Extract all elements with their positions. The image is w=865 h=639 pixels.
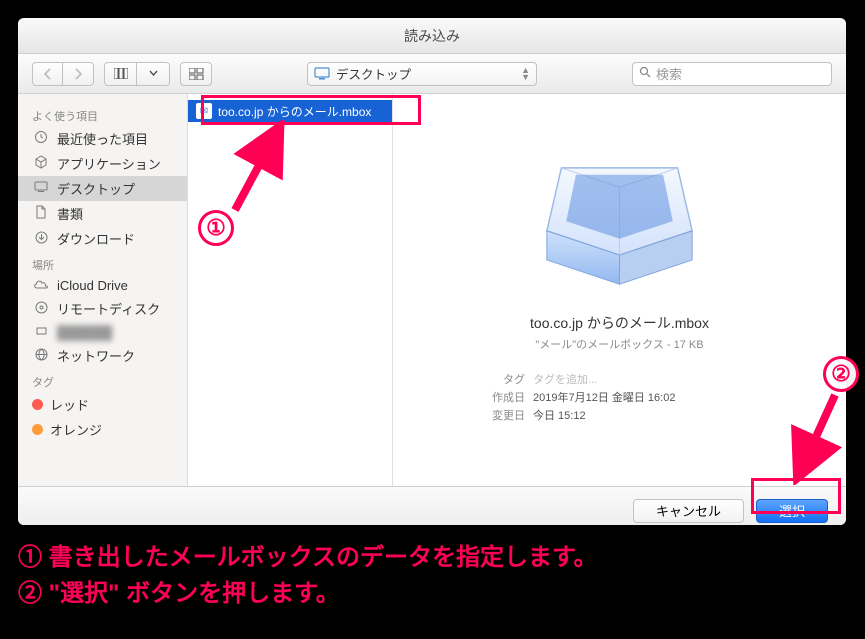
search-field[interactable]: 検索	[632, 62, 832, 86]
import-dialog: 読み込み デスクトップ ▲▼	[18, 18, 846, 525]
meta-created-value: 2019年7月12日 金曜日 16:02	[533, 389, 675, 405]
clock-icon	[32, 130, 50, 147]
file-list-column: ✉ too.co.jp からのメール.mbox	[188, 94, 393, 486]
chevron-down-icon	[149, 70, 158, 77]
remote-disc-icon	[32, 301, 50, 317]
preview-filename: too.co.jp からのメール.mbox	[530, 313, 709, 333]
sidebar-item-label: オレンジ	[50, 420, 102, 439]
meta-tag-value[interactable]: タグを追加...	[533, 371, 597, 387]
chevron-left-icon	[43, 68, 52, 80]
search-placeholder: 検索	[656, 64, 682, 83]
choose-button[interactable]: 選択	[756, 499, 828, 523]
sidebar-tags-header: タグ	[18, 368, 187, 392]
group-icon	[189, 68, 204, 80]
chevron-right-icon	[74, 68, 83, 80]
sidebar-item-documents[interactable]: 書類	[18, 201, 187, 226]
view-dropdown-button[interactable]	[137, 63, 169, 85]
sidebar-item-icloud[interactable]: iCloud Drive	[18, 275, 187, 296]
network-icon	[32, 348, 50, 364]
view-mode-seg	[104, 62, 170, 86]
sidebar-item-applications[interactable]: アプリケーション	[18, 151, 187, 176]
sidebar-item-label: iCloud Drive	[57, 278, 128, 293]
instructions-block: ① 書き出したメールボックスのデータを指定します。 ② "選択" ボタンを押しま…	[18, 540, 598, 612]
documents-icon	[32, 205, 50, 222]
preview-metadata: タグ タグを追加... 作成日 2019年7月12日 金曜日 16:02 変更日…	[415, 370, 824, 424]
sidebar-tag-orange[interactable]: オレンジ	[18, 417, 187, 442]
sidebar-item-label: ██████	[57, 325, 112, 340]
forward-button[interactable]	[63, 63, 93, 85]
mbox-file-icon: ✉	[196, 103, 212, 119]
sidebar-item-label: 最近使った項目	[57, 129, 148, 148]
generic-icon	[32, 324, 50, 340]
group-button[interactable]	[181, 63, 211, 85]
sidebar-item-remote-disc[interactable]: リモートディスク	[18, 296, 187, 321]
search-icon	[639, 66, 651, 81]
sidebar: よく使う項目 最近使った項目 アプリケーション デスクトップ 書類 ダウンロード	[18, 94, 188, 486]
sidebar-item-label: ネットワーク	[57, 346, 135, 365]
mailbox-preview-icon	[542, 134, 697, 289]
instruction-line-2: ② "選択" ボタンを押します。	[18, 576, 598, 612]
file-row-selected[interactable]: ✉ too.co.jp からのメール.mbox	[188, 100, 392, 122]
sidebar-item-label: ダウンロード	[57, 229, 135, 248]
meta-tag-label: タグ	[415, 371, 525, 387]
desktop-icon	[32, 181, 50, 196]
file-name: too.co.jp からのメール.mbox	[218, 103, 371, 120]
location-popup[interactable]: デスクトップ ▲▼	[307, 62, 537, 86]
sidebar-item-label: レッド	[50, 395, 89, 414]
dialog-footer: キャンセル 選択	[18, 486, 846, 525]
instruction-line-1: ① 書き出したメールボックスのデータを指定します。	[18, 540, 598, 576]
nav-seg	[32, 62, 94, 86]
dialog-body: よく使う項目 最近使った項目 アプリケーション デスクトップ 書類 ダウンロード	[18, 94, 846, 486]
titlebar: 読み込み	[18, 18, 846, 54]
group-seg	[180, 62, 212, 86]
toolbar: デスクトップ ▲▼ 検索	[18, 54, 846, 94]
icloud-icon	[32, 278, 50, 293]
location-label: デスクトップ	[336, 64, 411, 83]
sidebar-item-label: リモートディスク	[57, 299, 160, 318]
meta-modified-value: 今日 15:12	[533, 407, 586, 423]
sidebar-item-downloads[interactable]: ダウンロード	[18, 226, 187, 251]
sidebar-tag-red[interactable]: レッド	[18, 392, 187, 417]
meta-created-label: 作成日	[415, 389, 525, 405]
preview-subtitle: "メール"のメールボックス - 17 KB	[535, 336, 703, 352]
view-columns-button[interactable]	[105, 63, 137, 85]
desktop-icon	[314, 67, 330, 80]
meta-modified-label: 変更日	[415, 407, 525, 423]
back-button[interactable]	[33, 63, 63, 85]
popup-arrows-icon: ▲▼	[521, 67, 530, 81]
sidebar-item-redacted[interactable]: ██████	[18, 321, 187, 343]
downloads-icon	[32, 231, 50, 247]
tag-dot-icon	[32, 424, 43, 435]
apps-icon	[32, 155, 50, 172]
sidebar-locations-header: 場所	[18, 251, 187, 275]
tag-dot-icon	[32, 399, 43, 410]
sidebar-item-network[interactable]: ネットワーク	[18, 343, 187, 368]
columns-icon	[114, 68, 128, 79]
sidebar-item-desktop[interactable]: デスクトップ	[18, 176, 187, 201]
sidebar-item-label: アプリケーション	[57, 154, 161, 173]
cancel-button[interactable]: キャンセル	[633, 499, 744, 523]
sidebar-item-recents[interactable]: 最近使った項目	[18, 126, 187, 151]
sidebar-item-label: デスクトップ	[57, 179, 135, 198]
sidebar-item-label: 書類	[57, 204, 83, 223]
preview-pane: too.co.jp からのメール.mbox "メール"のメールボックス - 17…	[393, 94, 846, 486]
window-title: 読み込み	[404, 26, 460, 46]
sidebar-favorites-header: よく使う項目	[18, 102, 187, 126]
